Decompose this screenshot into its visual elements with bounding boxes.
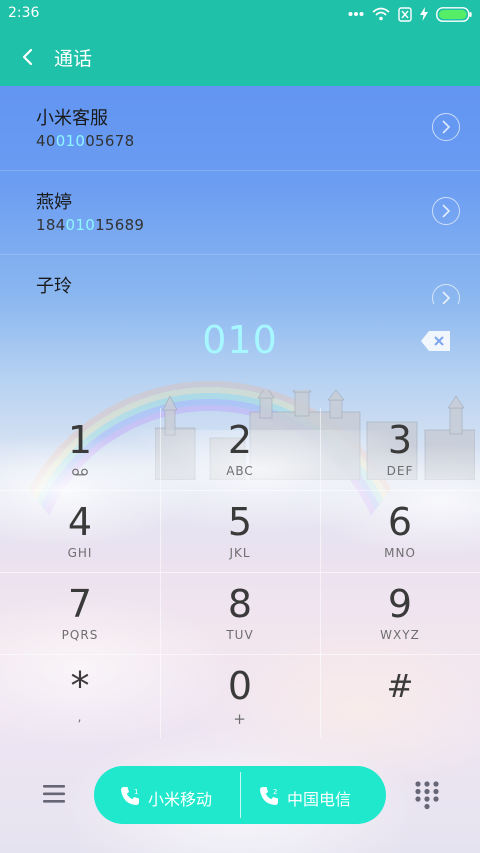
key-letters: DEF bbox=[386, 464, 414, 478]
chevron-right-icon bbox=[442, 204, 451, 218]
key-digit: 9 bbox=[387, 582, 413, 626]
status-time: 2:36 bbox=[8, 5, 40, 21]
key-digit: 6 bbox=[387, 500, 413, 544]
sim2-label: 中国电信 bbox=[287, 790, 352, 809]
number-part: 40 bbox=[36, 132, 56, 150]
contact-detail-button[interactable] bbox=[432, 113, 460, 141]
number-part: 15689 bbox=[95, 216, 145, 234]
key-digit: 0 bbox=[227, 664, 253, 708]
key-letters: MNO bbox=[384, 546, 416, 560]
wifi-icon bbox=[372, 7, 390, 21]
key-letters: PQRS bbox=[61, 628, 99, 642]
svg-text:2: 2 bbox=[273, 788, 277, 796]
key-digit: 7 bbox=[67, 582, 93, 626]
contact-name: 燕婷 bbox=[36, 192, 72, 213]
menu-icon bbox=[43, 785, 65, 803]
voicemail-icon bbox=[72, 468, 88, 476]
dialpad-toggle-button[interactable] bbox=[414, 780, 440, 810]
key-digit: 2 bbox=[227, 418, 253, 462]
dialpad: 1 2 ABC 3 DEF 4 GHI 5 JKL 6 MNO 7 PQRS 8… bbox=[0, 408, 480, 738]
contact-number: 4001005678 bbox=[36, 132, 134, 150]
battery-icon bbox=[436, 6, 472, 22]
backspace-button[interactable] bbox=[420, 330, 452, 352]
contact-row[interactable]: 燕婷 18401015689 bbox=[0, 170, 480, 255]
number-match: 010 bbox=[55, 132, 86, 150]
page-title: 通话 bbox=[54, 48, 93, 70]
key-letters: TUV bbox=[226, 628, 254, 642]
chevron-right-icon bbox=[442, 120, 451, 134]
key-digit: # bbox=[386, 667, 414, 705]
key-digit: * bbox=[70, 664, 90, 708]
key-1[interactable]: 1 bbox=[0, 408, 160, 490]
key-7[interactable]: 7 PQRS bbox=[0, 572, 160, 654]
key-letters: JKL bbox=[229, 546, 251, 560]
key-8[interactable]: 8 TUV bbox=[160, 572, 320, 654]
key-letters: GHI bbox=[67, 546, 93, 560]
key-0[interactable]: 0 + bbox=[160, 654, 320, 736]
key-4[interactable]: 4 GHI bbox=[0, 490, 160, 572]
app-header: 通话 bbox=[0, 28, 480, 86]
call-button-group: 1 小米移动 2 中国电信 bbox=[94, 766, 386, 824]
call-sim1-button[interactable]: 1 小米移动 bbox=[94, 766, 240, 824]
key-letters: + bbox=[233, 710, 247, 728]
svg-text:1: 1 bbox=[134, 788, 138, 796]
contact-name: 小米客服 bbox=[36, 108, 108, 129]
sim1-label: 小米移动 bbox=[148, 790, 213, 809]
phone-sim2-icon: 2 bbox=[260, 787, 278, 805]
key-2[interactable]: 2 ABC bbox=[160, 408, 320, 490]
key-star[interactable]: * , bbox=[0, 654, 160, 736]
contact-row[interactable]: 子玲 bbox=[0, 254, 480, 304]
key-digit: 3 bbox=[387, 418, 413, 462]
dialed-number: 010 bbox=[202, 318, 278, 362]
chevron-left-icon bbox=[22, 48, 33, 66]
key-letters: ABC bbox=[226, 464, 254, 478]
backspace-icon bbox=[421, 331, 450, 351]
contact-number: 18401015689 bbox=[36, 216, 144, 234]
number-part: 184 bbox=[36, 216, 66, 234]
number-part: 05678 bbox=[85, 132, 135, 150]
status-bar: 2:36 bbox=[0, 0, 480, 28]
key-digit: 4 bbox=[67, 500, 93, 544]
call-sim2-button[interactable]: 2 中国电信 bbox=[241, 766, 386, 824]
contact-name: 子玲 bbox=[36, 276, 72, 297]
key-digit: 5 bbox=[227, 500, 253, 544]
key-6[interactable]: 6 MNO bbox=[320, 490, 480, 572]
chevron-right-icon bbox=[442, 291, 451, 304]
key-letters: WXYZ bbox=[380, 628, 420, 642]
key-letters: , bbox=[77, 710, 83, 724]
key-digit: 1 bbox=[67, 418, 93, 462]
phone-sim1-icon: 1 bbox=[121, 787, 139, 805]
menu-button[interactable] bbox=[40, 781, 68, 807]
contact-detail-button[interactable] bbox=[432, 284, 460, 304]
dialpad-icon bbox=[415, 781, 439, 810]
contact-detail-button[interactable] bbox=[432, 197, 460, 225]
key-digit: 8 bbox=[227, 582, 253, 626]
sim-blocked-icon bbox=[398, 6, 412, 22]
more-icon bbox=[348, 12, 364, 16]
key-3[interactable]: 3 DEF bbox=[320, 408, 480, 490]
number-match: 010 bbox=[65, 216, 96, 234]
key-5[interactable]: 5 JKL bbox=[160, 490, 320, 572]
key-hash[interactable]: # bbox=[320, 654, 480, 736]
contact-row[interactable]: 小米客服 4001005678 bbox=[0, 86, 480, 171]
back-button[interactable] bbox=[14, 43, 42, 71]
charging-icon bbox=[420, 7, 428, 21]
key-9[interactable]: 9 WXYZ bbox=[320, 572, 480, 654]
